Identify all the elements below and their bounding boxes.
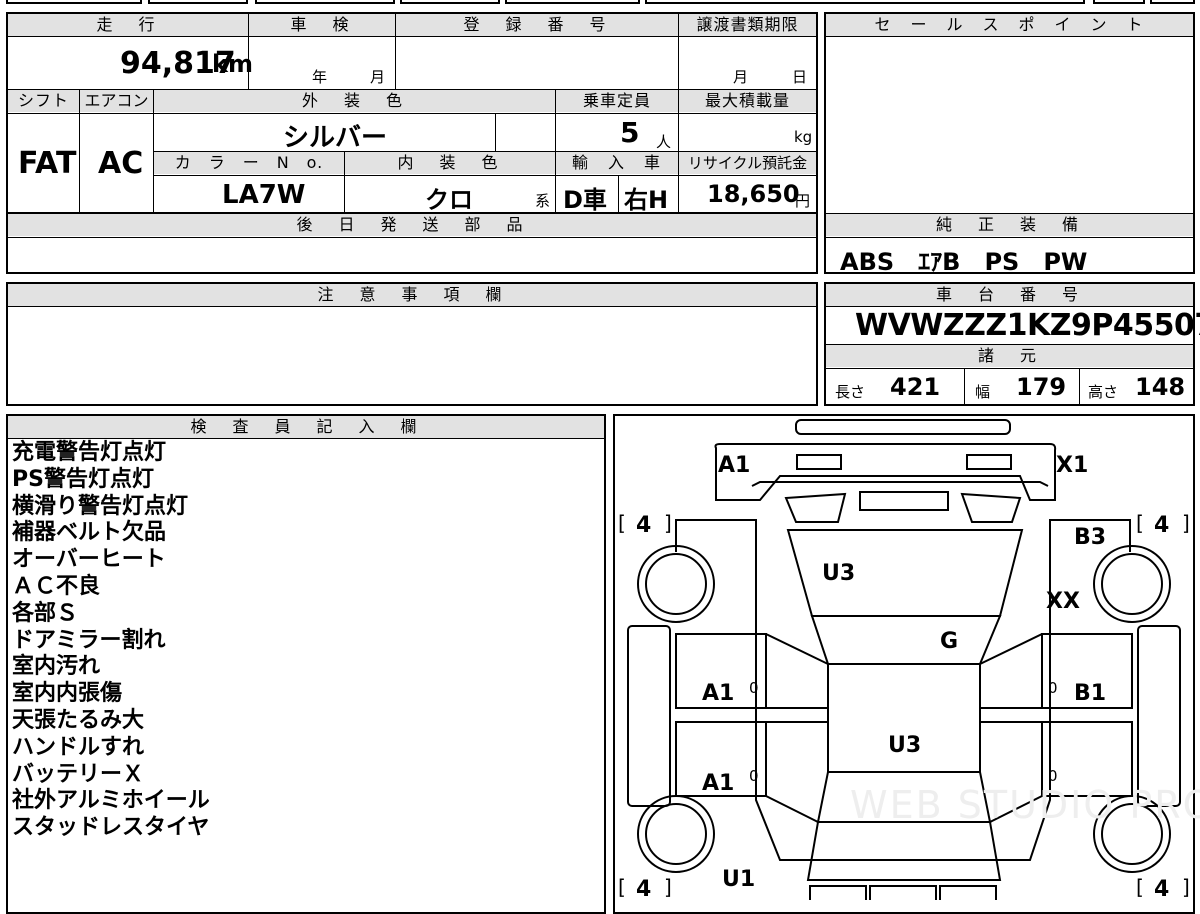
later-parts-box bbox=[6, 212, 818, 274]
mileage-header: 走 行 bbox=[8, 14, 248, 36]
transfer-deadline-header: 譲渡書類期限 bbox=[679, 14, 816, 36]
inspector-note: ドアミラー割れ bbox=[12, 627, 166, 653]
max-load-header: 最大積載量 bbox=[679, 90, 816, 112]
inspector-note: オーバーヒート bbox=[12, 547, 166, 573]
handle-value: 右H bbox=[624, 186, 669, 214]
shaken-month-unit: 月 bbox=[370, 68, 386, 86]
inspector-note: ハンドルすれ bbox=[12, 734, 145, 760]
deadline-month-unit: 月 bbox=[733, 68, 749, 86]
interior-color-value: クロ bbox=[425, 186, 473, 214]
length-label: 長さ bbox=[835, 383, 866, 401]
shift-header: シフト bbox=[8, 90, 79, 112]
inspector-note: バッテリーＸ bbox=[12, 761, 145, 787]
chassis-no-value: WVWZZZ1KZ9P455079 bbox=[855, 308, 1200, 343]
import-header: 輸 入 車 bbox=[556, 152, 678, 174]
notes-header: 注 意 事 項 欄 bbox=[8, 284, 816, 306]
width-label: 幅 bbox=[975, 383, 991, 401]
exterior-color-value: シルバー bbox=[283, 123, 388, 153]
recycle-fee-value: 18,650 bbox=[707, 180, 800, 208]
inspector-note: 各部Ｓ bbox=[12, 600, 79, 626]
sales-point-header: セ ー ル ス ポ イ ン ト bbox=[826, 14, 1193, 36]
inspector-notes-list: 充電警告灯点灯 PS警告灯点灯 横滑り警告灯点灯 補器ベルト欠品 オーバーヒート… bbox=[12, 440, 210, 842]
interior-color-header: 内 装 色 bbox=[345, 152, 555, 174]
car-diagram-box bbox=[613, 414, 1195, 914]
recycle-unit: 円 bbox=[795, 192, 811, 210]
registration-header: 登 録 番 号 bbox=[396, 14, 678, 36]
width-value: 179 bbox=[1016, 373, 1067, 401]
shaken-header: 車 検 bbox=[249, 14, 395, 36]
max-load-unit: kg bbox=[794, 128, 813, 146]
length-value: 421 bbox=[890, 373, 941, 401]
specs-header: 諸 元 bbox=[826, 345, 1193, 367]
aircon-value: AC bbox=[98, 146, 144, 181]
inspector-note: 天張たるみ大 bbox=[12, 707, 145, 733]
inspector-note: 室内内張傷 bbox=[12, 681, 123, 707]
inspector-note: 横滑り警告灯点灯 bbox=[12, 493, 189, 519]
shift-value: FAT bbox=[18, 146, 77, 181]
genuine-equipment-value: ABS ｴｱB PS PW bbox=[840, 248, 1088, 276]
capacity-unit: 人 bbox=[656, 133, 672, 151]
drive-side-value: D車 bbox=[563, 186, 607, 214]
inspector-note: 室内汚れ bbox=[12, 654, 101, 680]
exterior-color-header: 外 装 色 bbox=[154, 90, 555, 112]
inspector-note: 充電警告灯点灯 bbox=[12, 440, 167, 465]
inspector-note: PS警告灯点灯 bbox=[12, 466, 154, 492]
inspector-note: スタッドレスタイヤ bbox=[12, 815, 210, 841]
color-no-header: カ ラ ー N o. bbox=[154, 152, 344, 174]
inspector-note: 補器ベルト欠品 bbox=[12, 520, 167, 546]
shaken-year-unit: 年 bbox=[312, 68, 328, 86]
chassis-no-header: 車 台 番 号 bbox=[826, 284, 1193, 306]
color-no-value: LA7W bbox=[222, 180, 306, 210]
capacity-header: 乗車定員 bbox=[556, 90, 678, 112]
recycle-header: リサイクル預託金 bbox=[679, 152, 816, 174]
interior-color-suffix: 系 bbox=[535, 192, 551, 210]
inspector-note: 社外アルミホイール bbox=[12, 788, 210, 814]
mileage-unit: km bbox=[212, 50, 253, 78]
genuine-equipment-header: 純 正 装 備 bbox=[826, 214, 1193, 236]
capacity-value: 5 bbox=[620, 116, 640, 149]
inspector-header: 検 査 員 記 入 欄 bbox=[8, 416, 604, 438]
deadline-day-unit: 日 bbox=[792, 68, 808, 86]
aircon-header: エアコン bbox=[80, 90, 153, 112]
height-label: 高さ bbox=[1088, 383, 1119, 401]
inspector-note: ＡＣ不良 bbox=[12, 573, 101, 599]
height-value: 148 bbox=[1135, 373, 1186, 401]
